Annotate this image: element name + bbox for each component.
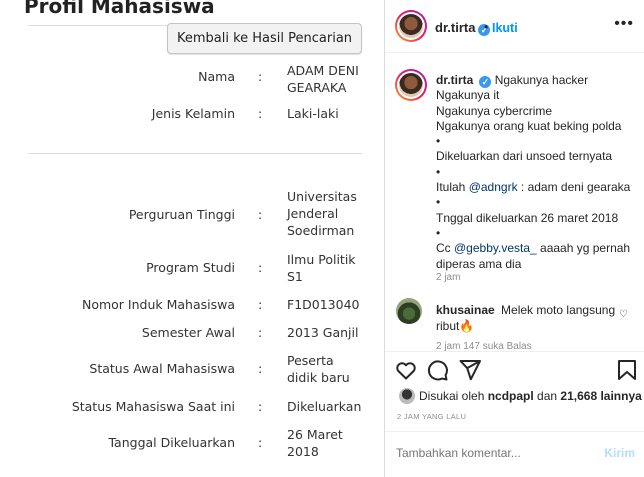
caption-bullet: • — [436, 195, 441, 210]
divider — [385, 52, 644, 53]
field-value: 26 Maret 2018 — [287, 427, 343, 459]
field-value: Peserta didik baru — [287, 353, 350, 385]
caption-bullet: • — [436, 225, 441, 240]
field-label: Status Mahasiswa Saat ini — [71, 399, 235, 414]
caption-line: Dikeluarkan dari unsoed ternyata — [436, 149, 613, 164]
back-to-results-button[interactable]: Kembali ke Hasil Pencarian — [167, 23, 362, 54]
field-separator: : — [258, 207, 263, 222]
comment: khusainae Melek moto langsung ribut🔥 — [436, 303, 618, 334]
student-profile-panel: Profil Mahasiswa Kembali ke Hasil Pencar… — [0, 0, 384, 477]
mention-link[interactable]: @gebby.vesta_ — [454, 241, 537, 255]
field-value: ADAM DENI GEARAKA — [287, 63, 359, 95]
caption-timestamp: 2 jam — [436, 272, 461, 283]
liker-username[interactable]: ncdpapl — [488, 389, 534, 403]
field-label: Status Awal Mahasiswa — [89, 361, 235, 376]
caption-line: Ngakunya hacker — [494, 73, 589, 87]
post-author[interactable]: dr.tirta ✓ — [435, 20, 491, 36]
field-separator: : — [258, 260, 263, 275]
instagram-post-panel: dr.tirta ✓ • Ikuti ••• dr.tirta ✓ Ngakunya… — [385, 0, 644, 477]
field-label: Jenis Kelamin — [151, 106, 235, 121]
caption-bullet: • — [436, 164, 441, 179]
comment-input[interactable] — [396, 446, 596, 460]
avatar[interactable] — [395, 10, 427, 42]
bookmark-icon[interactable] — [615, 358, 639, 382]
field-value: Ilmu Politik S1 — [287, 252, 356, 284]
field-separator: : — [258, 69, 263, 84]
caption-line: Ngakunya orang kuat beking polda — [436, 118, 622, 133]
follow-button[interactable]: Ikuti — [492, 21, 518, 35]
likes-count[interactable]: 21,668 lainnya — [560, 389, 641, 403]
caption-username[interactable]: dr.tirta — [436, 73, 473, 87]
caption-bullet: • — [436, 134, 441, 149]
comment-like-icon[interactable]: ♡ — [619, 309, 628, 320]
field-value: Dikeluarkan — [287, 399, 362, 414]
comment-meta: 2 jam 147 suka Balas — [436, 341, 532, 351]
field-label: Perguruan Tinggi — [128, 207, 235, 222]
field-label: Semester Awal — [141, 325, 235, 340]
divider — [385, 351, 644, 352]
share-icon[interactable] — [458, 358, 482, 382]
caption-line: Cc @gebby.vesta_ aaaah yg pernah diperas… — [436, 241, 631, 271]
comment-icon[interactable] — [425, 358, 449, 382]
divider — [28, 153, 362, 154]
field-separator: : — [258, 435, 263, 450]
heart-icon[interactable] — [394, 358, 418, 382]
field-value: 2013 Ganjil — [287, 325, 359, 340]
field-separator: : — [258, 297, 263, 312]
field-value: Universitas Jenderal Soedirman — [287, 189, 357, 238]
post-comment-button[interactable]: Kirim — [604, 446, 635, 460]
fire-emoji: 🔥 — [459, 318, 475, 333]
field-label: Program Studi — [146, 260, 235, 275]
username[interactable]: dr.tirta — [435, 20, 475, 35]
comment-username[interactable]: khusainae — [436, 303, 495, 317]
field-value: Laki-laki — [287, 106, 339, 121]
post-date: 2 JAM YANG LALU — [397, 412, 467, 421]
avatar[interactable] — [399, 388, 415, 404]
post-caption: dr.tirta ✓ Ngakunya hacker Ngakunya it Ng… — [436, 73, 636, 272]
more-icon[interactable]: ••• — [614, 15, 634, 33]
caption-line: Tnggal dikeluarkan 26 maret 2018 — [436, 210, 619, 225]
field-value: F1D013040 — [287, 297, 360, 312]
field-separator: : — [258, 106, 263, 121]
caption-line: Itulah @adngrk : adam deni gearaka — [436, 180, 631, 195]
page-title: Profil Mahasiswa — [24, 0, 215, 18]
field-separator: : — [258, 325, 263, 340]
field-label: Nomor Induk Mahasiswa — [81, 297, 235, 312]
caption-line: Ngakunya cybercrime — [436, 103, 553, 118]
avatar[interactable] — [395, 69, 427, 101]
verified-icon: ✓ — [479, 76, 492, 88]
caption-line: Ngakunya it — [436, 88, 500, 103]
field-label: Nama — [198, 69, 235, 84]
mention-link[interactable]: @adngrk — [469, 180, 518, 194]
avatar[interactable] — [396, 298, 422, 324]
field-separator: : — [258, 361, 263, 376]
field-separator: : — [258, 399, 263, 414]
separator-dot: • — [484, 20, 489, 34]
likes-summary: Disukai oleh ncdpapl dan 21,668 lainnya — [419, 389, 642, 403]
field-label: Tanggal Dikeluarkan — [108, 435, 235, 450]
divider — [385, 431, 644, 432]
